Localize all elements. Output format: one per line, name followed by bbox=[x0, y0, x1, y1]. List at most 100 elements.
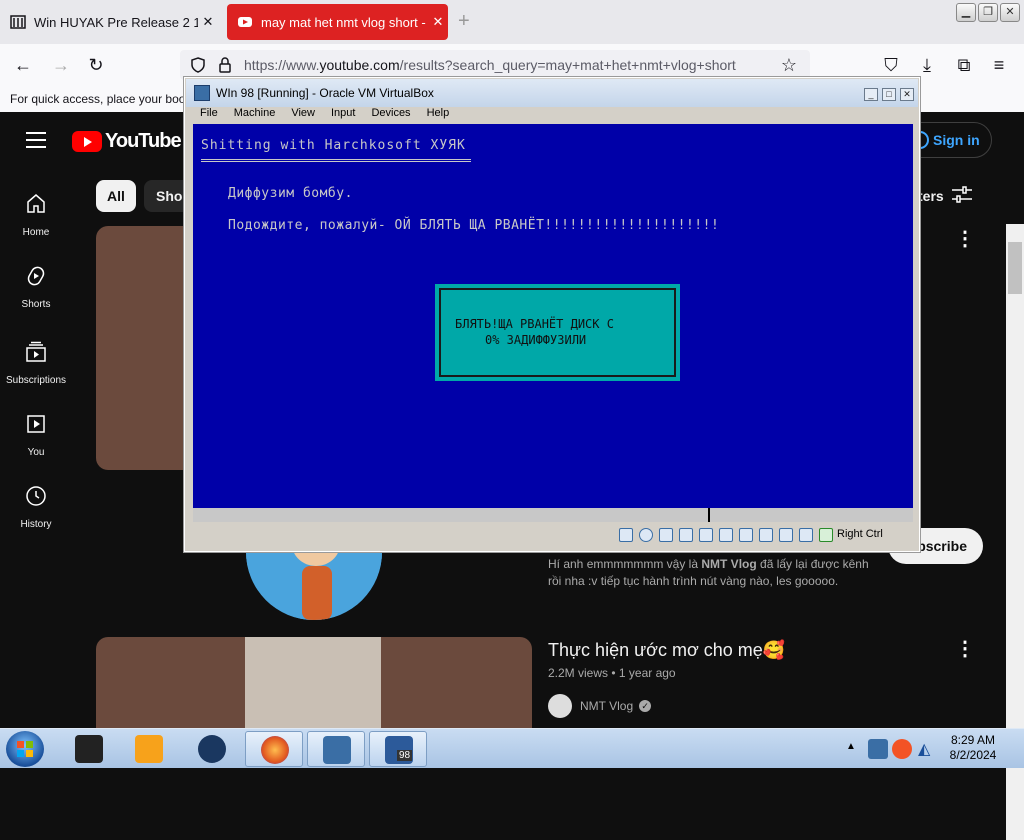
vbox-minimize-button[interactable]: _ bbox=[864, 88, 878, 101]
vbox-title-bar[interactable]: WIn 98 [Running] - Oracle VM VirtualBox … bbox=[186, 79, 918, 107]
vm-badge: 98 bbox=[397, 750, 413, 761]
youtube-logo[interactable]: YouTube bbox=[72, 130, 182, 153]
vbox-status-bar: Right Ctrl bbox=[193, 524, 913, 546]
taskbar-app-virtualbox[interactable] bbox=[307, 731, 365, 767]
vm-screen[interactable]: Shitting with Harchkosoft ХУЯК Диффузим … bbox=[193, 124, 913, 508]
browser-tab-bar: Win HUYAK Pre Release 2 1 : Fre ✕ may ma… bbox=[0, 0, 1024, 44]
dos-box-line-1: БЛЯТЬ!ЩА РВАНЁТ ДИСК С bbox=[455, 317, 614, 331]
menu-machine[interactable]: Machine bbox=[234, 107, 276, 123]
thumbnail-photo bbox=[245, 637, 381, 732]
extensions-icon[interactable]: ⧉ bbox=[953, 54, 975, 76]
menu-icon[interactable]: ≡ bbox=[988, 54, 1010, 76]
vt-x-icon[interactable] bbox=[799, 528, 813, 542]
hamburger-menu-icon[interactable] bbox=[26, 132, 46, 148]
dos-line-1: Диффузим бомбу. bbox=[228, 186, 353, 201]
show-hidden-icons-icon[interactable]: ▲ bbox=[846, 741, 856, 752]
shared-folders-icon[interactable] bbox=[739, 528, 753, 542]
youtube-favicon-icon bbox=[238, 17, 252, 27]
verified-check-icon: ✓ bbox=[639, 700, 652, 712]
bookmark-star-icon[interactable]: ☆ bbox=[778, 54, 800, 76]
sidebar-item-shorts[interactable]: Shorts bbox=[0, 264, 72, 310]
more-options-icon[interactable]: ⋮ bbox=[955, 636, 975, 661]
vm-scrollbar[interactable] bbox=[193, 508, 913, 522]
network-tray-icon[interactable]: ◭ bbox=[918, 739, 934, 759]
virtualbox-icon bbox=[323, 736, 351, 764]
shorts-icon bbox=[27, 266, 45, 286]
virtualbox-logo-icon bbox=[194, 85, 210, 101]
sidebar-item-home[interactable]: Home bbox=[0, 192, 72, 238]
tab-title: Win HUYAK Pre Release 2 1 : Fre bbox=[34, 14, 198, 30]
firefox-icon bbox=[261, 736, 289, 764]
taskbar-app-win98[interactable]: 98 bbox=[369, 731, 427, 767]
history-icon bbox=[26, 486, 46, 506]
tray-app-icon[interactable] bbox=[892, 739, 912, 759]
sidebar-item-you[interactable]: You bbox=[0, 412, 72, 458]
hdd-icon[interactable] bbox=[619, 528, 633, 542]
tab-archive[interactable]: Win HUYAK Pre Release 2 1 : Fre ✕ bbox=[0, 4, 218, 40]
menu-help[interactable]: Help bbox=[427, 107, 450, 123]
dos-header: Shitting with Harchkosoft ХУЯК bbox=[201, 138, 466, 153]
recording-icon[interactable] bbox=[779, 528, 793, 542]
vbox-close-button[interactable]: ✕ bbox=[900, 88, 914, 101]
more-options-icon[interactable]: ⋮ bbox=[955, 226, 975, 251]
video-channel[interactable]: NMT Vlog ✓ bbox=[548, 694, 652, 718]
video-meta: 2.2M views • 1 year ago bbox=[548, 666, 676, 680]
taskbar-app-firefox[interactable] bbox=[245, 731, 303, 767]
pocket-icon[interactable]: ⛉ bbox=[880, 54, 902, 76]
scroll-marker bbox=[708, 508, 710, 522]
start-button[interactable] bbox=[6, 731, 44, 767]
scrollbar-thumb[interactable] bbox=[1008, 242, 1022, 294]
reload-icon[interactable]: ↻ bbox=[85, 54, 107, 76]
you-icon bbox=[27, 415, 45, 433]
windows-taskbar: 98 ▲ ◭ bbox=[0, 728, 1024, 768]
minimize-button[interactable]: ▁ bbox=[956, 3, 976, 22]
forward-arrow-icon[interactable]: → bbox=[50, 54, 72, 76]
filters-icon[interactable] bbox=[952, 186, 972, 204]
vbox-menu-bar: File Machine View Input Devices Help bbox=[186, 107, 918, 123]
youtube-play-icon bbox=[72, 131, 102, 152]
channel-avatar-small bbox=[548, 694, 572, 718]
dos-line-2: Подождите, пожалуй- ОЙ БЛЯТЬ ЩА РВАНЁТ!!… bbox=[228, 218, 720, 233]
menu-input[interactable]: Input bbox=[331, 107, 355, 123]
channel-description: Hí anh emmmmmmm vậy là NMT Vlog đã lấy l… bbox=[548, 557, 869, 588]
tray-app-icon[interactable] bbox=[868, 739, 888, 759]
url-text: https://www.youtube.com/results?search_q… bbox=[244, 57, 736, 73]
host-key-label: Right Ctrl bbox=[837, 528, 883, 540]
sidebar-item-history[interactable]: History bbox=[0, 484, 72, 530]
taskbar-app-globe[interactable] bbox=[183, 731, 241, 767]
dos-dialog-box: БЛЯТЬ!ЩА РВАНЁТ ДИСК С 0% ЗАДИФФУЗИЛИ bbox=[435, 284, 680, 381]
taskbar-app-media[interactable] bbox=[120, 731, 178, 767]
vbox-maximize-button[interactable]: □ bbox=[882, 88, 896, 101]
sidebar-item-subscriptions[interactable]: Subscriptions bbox=[0, 340, 72, 386]
globe-icon bbox=[198, 735, 226, 763]
floppy-icon[interactable] bbox=[659, 528, 673, 542]
video-thumbnail[interactable] bbox=[96, 637, 532, 732]
close-tab-icon[interactable]: ✕ bbox=[428, 14, 448, 30]
menu-file[interactable]: File bbox=[200, 107, 218, 123]
menu-devices[interactable]: Devices bbox=[371, 107, 410, 123]
close-window-button[interactable]: ✕ bbox=[1000, 3, 1020, 22]
tab-youtube[interactable]: may mat het nmt vlog short - Yo ✕ bbox=[227, 4, 448, 40]
restore-button[interactable]: ❐ bbox=[978, 3, 998, 22]
display-icon[interactable] bbox=[759, 528, 773, 542]
close-tab-icon[interactable]: ✕ bbox=[198, 14, 218, 30]
chip-all[interactable]: All bbox=[96, 180, 136, 212]
download-icon[interactable]: ⤓ bbox=[916, 54, 938, 76]
audio-icon[interactable] bbox=[679, 528, 693, 542]
media-player-icon bbox=[135, 735, 163, 763]
usb-icon[interactable] bbox=[719, 528, 733, 542]
lock-icon[interactable] bbox=[218, 57, 232, 73]
back-arrow-icon[interactable]: ← bbox=[12, 54, 34, 76]
tab-title: may mat het nmt vlog short - Yo bbox=[261, 14, 428, 30]
filters-button[interactable]: ters bbox=[918, 188, 944, 204]
network-icon[interactable] bbox=[699, 528, 713, 542]
mouse-integration-icon[interactable] bbox=[819, 528, 833, 542]
video-title[interactable]: Thực hiện ước mơ cho mẹ🥰 bbox=[548, 640, 785, 661]
terminal-icon bbox=[75, 735, 103, 763]
taskbar-app-terminal[interactable] bbox=[60, 731, 118, 767]
menu-view[interactable]: View bbox=[291, 107, 315, 123]
new-tab-button[interactable]: + bbox=[458, 10, 470, 33]
shield-icon[interactable] bbox=[190, 57, 206, 73]
optical-drive-icon[interactable] bbox=[639, 528, 653, 542]
taskbar-clock[interactable]: 8:29 AM 8/2/2024 bbox=[948, 733, 998, 763]
